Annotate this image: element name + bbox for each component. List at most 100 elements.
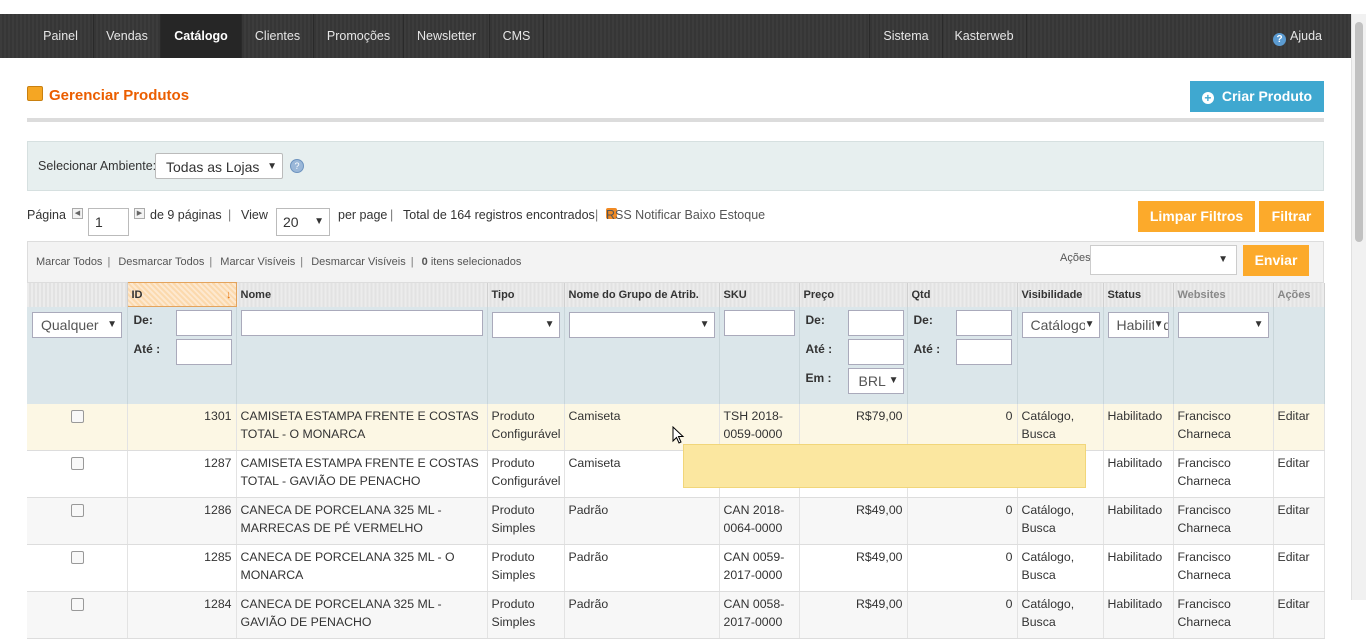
cell-id: 1286: [127, 497, 237, 545]
nav-catalogo[interactable]: Catálogo: [161, 14, 242, 58]
filter-button[interactable]: Filtrar: [1259, 201, 1324, 232]
help-label: Ajuda: [1290, 29, 1322, 43]
col-type[interactable]: Tipo: [487, 282, 565, 307]
prev-page-icon[interactable]: ◀: [72, 208, 83, 219]
col-name[interactable]: Nome: [236, 282, 488, 307]
per-page-select[interactable]: 20 ▼: [276, 208, 330, 236]
col-sku[interactable]: SKU: [719, 282, 800, 307]
cell-edit-link[interactable]: Editar: [1273, 591, 1325, 639]
status-filter-select[interactable]: Habilitado▼: [1107, 311, 1169, 338]
submit-button[interactable]: Enviar: [1243, 245, 1309, 276]
mouse-cursor-icon: [672, 426, 685, 444]
nav-kasterweb[interactable]: Kasterweb: [942, 14, 1027, 58]
row-checkbox[interactable]: [71, 410, 84, 423]
next-page-icon[interactable]: ▶: [134, 208, 145, 219]
cell-price: R$49,00: [799, 497, 908, 545]
scrollbar-thumb[interactable]: [1355, 22, 1363, 242]
table-row[interactable]: 1286 CANECA DE PORCELANA 325 ML - MARRECA…: [27, 497, 1325, 545]
cell-qty: 0: [907, 497, 1018, 545]
price-to-label: Até :: [805, 341, 833, 356]
page-number-input[interactable]: 1: [88, 208, 129, 236]
cell-edit-link[interactable]: Editar: [1273, 497, 1325, 545]
create-product-label: Criar Produto: [1221, 88, 1313, 104]
visibility-filter-select[interactable]: Catálogo ▼: [1021, 311, 1100, 338]
nav-promocoes[interactable]: Promoções: [314, 14, 404, 58]
price-from-input[interactable]: [847, 309, 904, 336]
id-to-input[interactable]: [175, 339, 232, 365]
cell-edit-link[interactable]: Editar: [1273, 544, 1325, 592]
chevron-down-icon: ▼: [107, 318, 117, 330]
row-checkbox[interactable]: [71, 457, 84, 470]
nav-clientes[interactable]: Clientes: [242, 14, 314, 58]
row-checkbox[interactable]: [71, 551, 84, 564]
cell-attribute-set: Padrão: [564, 544, 720, 592]
col-attribute-set[interactable]: Nome do Grupo de Atrib.: [564, 282, 720, 307]
col-price[interactable]: Preço: [799, 282, 908, 307]
filter-status: Habilitado▼: [1103, 306, 1174, 404]
websites-filter-select[interactable]: ▼: [1177, 311, 1269, 338]
actions-select[interactable]: ▼: [1090, 245, 1237, 275]
nav-painel[interactable]: Painel: [28, 14, 94, 58]
col-websites[interactable]: Websites: [1173, 282, 1274, 307]
cell-website: Francisco Charneca: [1173, 404, 1274, 451]
filter-massaction: Qualquer ▼: [27, 306, 128, 404]
chevron-down-icon: ▼: [267, 161, 277, 172]
clear-filters-button[interactable]: Limpar Filtros: [1138, 201, 1255, 232]
filter-qty: De: Até :: [907, 306, 1018, 404]
per-page-value: 20: [283, 214, 299, 230]
nav-newsletter[interactable]: Newsletter: [404, 14, 490, 58]
col-actions: Ações: [1273, 282, 1325, 307]
name-filter-input[interactable]: [240, 309, 483, 336]
price-to-input[interactable]: [847, 338, 904, 365]
table-row[interactable]: 1287 CAMISETA ESTAMPA FRENTE E COSTAS TOT…: [27, 450, 1325, 498]
qty-from-label: De:: [913, 312, 933, 327]
unselect-visible-link[interactable]: Desmarcar Visíveis: [311, 256, 406, 268]
plus-circle-icon: +: [1201, 92, 1214, 104]
row-select-cell: [27, 450, 128, 498]
cell-type: Produto Simples: [487, 591, 565, 639]
filter-websites: ▼: [1173, 306, 1274, 404]
attribute-set-filter-select[interactable]: ▼: [568, 311, 715, 338]
main-nav: Painel Vendas Catálogo Clientes Promoçõe…: [0, 14, 1352, 58]
unselect-all-link[interactable]: Desmarcar Todos: [118, 256, 204, 268]
cell-status: Habilitado: [1103, 591, 1174, 639]
cell-name: CANECA DE PORCELANA 325 ML - GAVIÃO DE P…: [236, 591, 488, 639]
id-from-input[interactable]: [175, 310, 232, 336]
filter-attribute-set: ▼: [564, 306, 720, 404]
type-filter-select[interactable]: ▼: [491, 311, 560, 338]
cell-id: 1301: [127, 404, 237, 451]
cell-edit-link[interactable]: Editar: [1273, 404, 1325, 451]
nav-sistema[interactable]: Sistema: [869, 14, 943, 58]
nav-cms[interactable]: CMS: [490, 14, 544, 58]
store-select[interactable]: Todas as Lojas ▼: [155, 153, 283, 179]
cell-sku: CAN 0058-2017-0000: [719, 591, 800, 639]
help-question-icon[interactable]: ?: [290, 159, 304, 173]
filter-type: ▼: [487, 306, 565, 404]
filter-price: De: Até : Em : BRL ▼: [799, 306, 908, 404]
select-visible-link[interactable]: Marcar Visíveis: [220, 256, 295, 268]
nav-vendas[interactable]: Vendas: [94, 14, 161, 58]
row-checkbox[interactable]: [71, 504, 84, 517]
table-row[interactable]: 1284 CANECA DE PORCELANA 325 ML - GAVIÃO …: [27, 591, 1325, 639]
col-id[interactable]: ID ↓: [126, 282, 237, 307]
nav-help[interactable]: ? Ajuda: [1273, 14, 1322, 58]
col-visibility[interactable]: Visibilidade: [1017, 282, 1104, 307]
vertical-scrollbar[interactable]: [1351, 14, 1366, 600]
per-page-label: per page: [338, 208, 388, 222]
col-qty[interactable]: Qtd: [907, 282, 1018, 307]
table-row[interactable]: 1285 CANECA DE PORCELANA 325 ML - O MONAR…: [27, 544, 1325, 592]
create-product-button[interactable]: + Criar Produto: [1190, 81, 1324, 112]
qty-from-input[interactable]: [955, 309, 1012, 336]
col-status[interactable]: Status: [1103, 282, 1174, 307]
sku-filter-input[interactable]: [723, 309, 795, 336]
store-switcher-label: Selecionar Ambiente:: [38, 159, 157, 173]
price-currency-select[interactable]: BRL ▼: [847, 367, 904, 394]
rss-link-label: RSS Notificar Baixo Estoque: [606, 208, 766, 222]
massaction-filter-select[interactable]: Qualquer ▼: [32, 311, 122, 338]
page-title: Gerenciar Produtos: [27, 86, 189, 104]
qty-to-input[interactable]: [955, 338, 1012, 365]
chevron-down-icon: ▼: [1253, 318, 1264, 330]
chevron-down-icon: ▼: [1218, 254, 1228, 265]
select-all-link[interactable]: Marcar Todos: [36, 256, 102, 268]
cell-edit-link[interactable]: Editar: [1273, 450, 1325, 498]
